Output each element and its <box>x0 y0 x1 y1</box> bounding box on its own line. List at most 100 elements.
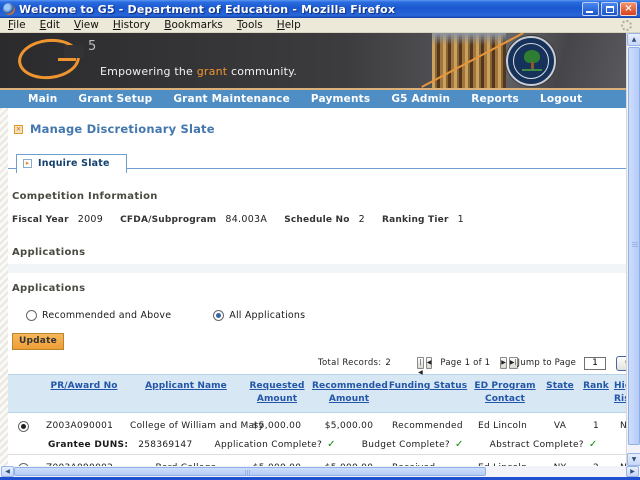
cfda-subprogram-label: CFDA/Subprogram <box>120 214 217 225</box>
g5-logo-gap <box>64 45 84 58</box>
menu-view[interactable]: View <box>74 19 99 31</box>
application-complete-check-icon: ✓ <box>327 439 336 451</box>
update-button[interactable]: Update <box>12 333 64 350</box>
page-heading: × Manage Discretionary Slate <box>14 122 626 136</box>
abstract-complete-check-icon: ✓ <box>588 439 598 451</box>
cell-high-risk: N <box>620 421 626 432</box>
grantee-duns-label: Grantee DUNS: <box>48 439 129 450</box>
vertical-scrollbar[interactable]: ▲ ▼ <box>626 33 640 466</box>
radio-all-icon[interactable] <box>213 310 225 321</box>
nav-reports[interactable]: Reports <box>471 93 519 105</box>
prev-page-button[interactable]: ◀ <box>425 357 433 369</box>
competition-info-title: Competition Information <box>12 191 158 202</box>
nav-g5-admin[interactable]: G5 Admin <box>391 93 450 105</box>
radio-recommended-and-above[interactable]: Recommended and Above <box>26 310 171 321</box>
horizontal-scrollbar-thumb[interactable] <box>14 467 486 476</box>
row-select-radio[interactable] <box>17 420 29 432</box>
jump-to-page-label: Jump to Page <box>517 358 577 368</box>
browser-window: Welcome to G5 - Department of Education … <box>0 0 640 480</box>
tagline-post: community. <box>227 65 297 78</box>
left-hatch-border <box>0 108 8 466</box>
cell-rank: 1 <box>592 421 600 432</box>
minimize-icon <box>586 11 593 13</box>
manage-slate-page: × Manage Discretionary Slate ▸ Inquire S… <box>0 108 626 466</box>
fiscal-year-label: Fiscal Year <box>12 214 69 225</box>
row-main-line: Z003A090001 College of William and Mary … <box>8 415 626 437</box>
scroll-left-icon[interactable]: ◀ <box>1 466 14 477</box>
total-records-label: Total Records: <box>318 358 382 368</box>
jump-to-page-input[interactable] <box>584 356 607 370</box>
title-bar: Welcome to G5 - Department of Education … <box>0 0 640 18</box>
radio-recommended-icon[interactable] <box>26 310 37 321</box>
page-indicator: Page 1 of 1 <box>440 358 491 368</box>
applications-subsection-title: Applications <box>12 283 86 294</box>
application-filter-radios: Recommended and Above All Applications <box>26 310 626 321</box>
scroll-down-icon[interactable]: ▼ <box>627 453 640 466</box>
nav-main[interactable]: Main <box>28 93 57 105</box>
header-pr-award-no[interactable]: PR/Award No <box>38 380 130 393</box>
budget-complete-check-icon: ✓ <box>454 439 464 451</box>
tab-label: Inquire Slate <box>38 158 110 169</box>
close-icon: × <box>624 3 633 14</box>
nav-logout[interactable]: Logout <box>540 93 582 105</box>
header-requested-amount[interactable]: Requested Amount <box>242 380 312 406</box>
scroll-up-icon[interactable]: ▲ <box>627 33 640 46</box>
radio-recommended-label: Recommended and Above <box>42 310 172 321</box>
horizontal-scrollbar[interactable]: ◀ ▶ <box>0 466 640 477</box>
header-recommended-amount[interactable]: Recommended Amount <box>312 380 388 406</box>
tagline-accent: grant <box>196 65 228 78</box>
throbber-icon <box>621 19 632 31</box>
header-ed-program-contact[interactable]: ED Program Contact <box>470 380 540 406</box>
cell-funding-status: Recommended <box>392 421 463 432</box>
cfda-subprogram-value: 84.003A <box>225 214 268 225</box>
menu-bookmarks[interactable]: Bookmarks <box>164 19 223 31</box>
tab-bar: ▸ Inquire Slate <box>8 150 626 173</box>
tab-inquire-slate[interactable]: ▸ Inquire Slate <box>16 153 127 173</box>
header-state[interactable]: State <box>540 380 580 393</box>
minimize-button[interactable] <box>582 2 599 16</box>
first-page-button[interactable]: |◀ <box>417 357 424 376</box>
schedule-no-label: Schedule No <box>284 214 350 225</box>
schedule-no-value: 2 <box>358 214 365 225</box>
header-funding-status[interactable]: Funding Status <box>386 380 470 393</box>
pagination-row: Total Records: 2 |◀ ◀ Page 1 of 1 ▶ ▶| Ju… <box>8 354 626 376</box>
g5-logo-bar <box>58 58 76 61</box>
jump-to-page-group: Jump to Page Go <box>517 355 626 371</box>
tagline-pre: Empowering the <box>100 65 197 78</box>
table-header-row: PR/Award No Applicant Name Requested Amo… <box>8 374 626 414</box>
header-high-risk[interactable]: High Risk <box>612 380 626 406</box>
radio-all-applications[interactable]: All Applications <box>213 310 305 321</box>
last-page-button[interactable]: ▶| <box>508 357 518 369</box>
applications-section-title: Applications <box>12 247 86 258</box>
header-applicant-name[interactable]: Applicant Name <box>130 380 242 393</box>
menu-file[interactable]: File <box>8 19 26 31</box>
application-complete-label: Application Complete? <box>214 439 323 450</box>
go-button[interactable]: Go <box>616 355 626 371</box>
close-button[interactable]: × <box>620 2 637 16</box>
radio-all-label: All Applications <box>229 310 306 321</box>
row-detail-line: Grantee DUNS: 258369147 Application Comp… <box>8 437 626 452</box>
g5-logo-five: 5 <box>88 39 97 54</box>
menu-history[interactable]: History <box>113 19 150 31</box>
nav-grant-setup[interactable]: Grant Setup <box>78 93 152 105</box>
nav-grant-maintenance[interactable]: Grant Maintenance <box>173 93 290 105</box>
next-page-button[interactable]: ▶ <box>500 357 507 369</box>
bookshelf-photo-highlight <box>432 33 506 45</box>
menu-tools[interactable]: Tools <box>237 19 263 31</box>
heading-box-icon: × <box>14 124 23 134</box>
nav-payments[interactable]: Payments <box>311 93 370 105</box>
seal-tree-trunk <box>531 62 534 69</box>
section-divider-band <box>8 264 626 273</box>
vertical-scrollbar-thumb[interactable] <box>628 47 640 445</box>
menu-edit[interactable]: Edit <box>40 19 60 31</box>
department-of-education-seal <box>506 36 556 86</box>
firefox-icon <box>3 3 15 15</box>
fiscal-year-value: 2009 <box>77 214 104 225</box>
table-row: Z003A090002 Bard College $5,000.00 $5,00… <box>8 457 626 466</box>
scroll-right-icon[interactable]: ▶ <box>626 466 639 477</box>
menu-help[interactable]: Help <box>277 19 301 31</box>
header-rank[interactable]: Rank <box>580 380 612 393</box>
maximize-button[interactable] <box>601 2 618 16</box>
g5-banner: 5 Empowering the grant community. <box>0 33 626 88</box>
row-main-line: Z003A090002 Bard College $5,000.00 $5,00… <box>8 457 626 466</box>
